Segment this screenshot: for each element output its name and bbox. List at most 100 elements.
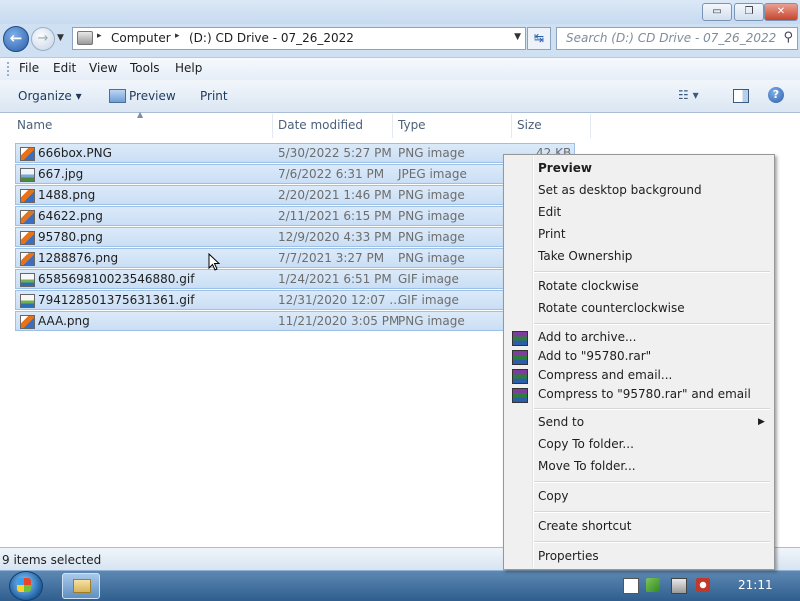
column-divider[interactable] bbox=[392, 114, 393, 138]
ctx-rotate-counterclockwise[interactable]: Rotate counterclockwise bbox=[538, 301, 685, 315]
file-name: 666box.PNG bbox=[38, 146, 112, 160]
change-view-button[interactable]: ☷ ▾ bbox=[678, 88, 699, 102]
search-placeholder: Search (D:) CD Drive - 07_26_2022 bbox=[566, 31, 777, 45]
tray-document-icon[interactable] bbox=[623, 578, 639, 594]
file-date: 12/9/2020 4:33 PM bbox=[278, 230, 392, 244]
menu-edit[interactable]: Edit bbox=[53, 61, 76, 75]
search-icon[interactable]: ⚲ bbox=[783, 30, 793, 45]
png-file-icon bbox=[20, 189, 35, 203]
column-divider[interactable] bbox=[272, 114, 273, 138]
file-row[interactable]: 667.jpg 7/6/2022 6:31 PM JPEG image bbox=[15, 164, 575, 184]
file-row[interactable]: 666box.PNG 5/30/2022 5:27 PM PNG image 4… bbox=[15, 143, 575, 163]
ctx-add-to-archive[interactable]: Add to archive... bbox=[538, 330, 636, 344]
clock[interactable]: 21:11 bbox=[738, 578, 773, 592]
ctx-move-to-folder[interactable]: Move To folder... bbox=[538, 459, 636, 473]
search-input[interactable]: Search (D:) CD Drive - 07_26_2022 ⚲ bbox=[556, 27, 798, 50]
preview-pane-icon[interactable] bbox=[733, 89, 749, 103]
ctx-rotate-clockwise[interactable]: Rotate clockwise bbox=[538, 279, 639, 293]
file-type: PNG image bbox=[398, 314, 465, 328]
address-dropdown-icon[interactable]: ▼ bbox=[514, 32, 521, 42]
menu-file[interactable]: File bbox=[19, 61, 39, 75]
breadcrumb-computer[interactable]: Computer bbox=[111, 31, 171, 45]
maximize-button[interactable]: ❐ bbox=[734, 3, 764, 21]
png-file-icon bbox=[20, 147, 35, 161]
ctx-preview[interactable]: Preview bbox=[538, 161, 592, 175]
column-divider[interactable] bbox=[590, 114, 591, 138]
file-row[interactable]: AAA.png 11/21/2020 3:05 PM PNG image bbox=[15, 311, 575, 331]
address-bar[interactable]: ▸ Computer ▸ (D:) CD Drive - 07_26_2022 … bbox=[72, 27, 526, 50]
refresh-button[interactable]: ↹ bbox=[527, 27, 551, 50]
preview-button[interactable]: Preview bbox=[129, 89, 176, 103]
tray-action-center-icon[interactable] bbox=[646, 578, 660, 592]
ctx-properties[interactable]: Properties bbox=[538, 549, 599, 563]
status-text: 9 items selected bbox=[2, 553, 102, 567]
drive-icon bbox=[77, 31, 93, 45]
breadcrumb-cd-drive[interactable]: (D:) CD Drive - 07_26_2022 bbox=[189, 31, 354, 45]
close-button[interactable]: ✕ bbox=[764, 3, 798, 21]
back-button[interactable]: ← bbox=[3, 26, 29, 52]
menu-view[interactable]: View bbox=[89, 61, 117, 75]
minimize-button[interactable]: ▭ bbox=[702, 3, 732, 21]
ctx-print[interactable]: Print bbox=[538, 227, 566, 241]
ctx-add-to-rar[interactable]: Add to "95780.rar" bbox=[538, 349, 651, 363]
column-header-type[interactable]: Type bbox=[398, 118, 426, 132]
column-header-date-modified[interactable]: Date modified bbox=[278, 118, 363, 132]
ctx-set-desktop-background[interactable]: Set as desktop background bbox=[538, 183, 702, 197]
png-file-icon bbox=[20, 252, 35, 266]
png-file-icon bbox=[20, 210, 35, 224]
file-type: GIF image bbox=[398, 272, 459, 286]
file-type: JPEG image bbox=[398, 167, 467, 181]
file-date: 11/21/2020 3:05 PM bbox=[278, 314, 400, 328]
column-header-name[interactable]: Name bbox=[17, 118, 52, 132]
breadcrumb-separator-icon[interactable]: ▸ bbox=[175, 31, 180, 41]
file-date: 2/11/2021 6:15 PM bbox=[278, 209, 392, 223]
title-bar[interactable]: ▭ ❐ ✕ bbox=[0, 0, 800, 24]
file-name: 1488.png bbox=[38, 188, 96, 202]
ctx-edit[interactable]: Edit bbox=[538, 205, 561, 219]
tray-network-icon[interactable] bbox=[671, 578, 687, 594]
ctx-compress-and-email[interactable]: Compress and email... bbox=[538, 368, 672, 382]
menu-tools[interactable]: Tools bbox=[130, 61, 160, 75]
file-type: GIF image bbox=[398, 293, 459, 307]
forward-button[interactable]: → bbox=[31, 27, 55, 51]
ctx-compress-to-rar-and-email[interactable]: Compress to "95780.rar" and email bbox=[538, 387, 751, 401]
file-row[interactable]: 64622.png 2/11/2021 6:15 PM PNG image bbox=[15, 206, 575, 226]
file-name: 95780.png bbox=[38, 230, 103, 244]
file-date: 1/24/2021 6:51 PM bbox=[278, 272, 392, 286]
print-button[interactable]: Print bbox=[200, 89, 228, 103]
file-name: 1288876.png bbox=[38, 251, 119, 265]
windows-logo-icon bbox=[17, 578, 31, 592]
file-name: 658569810023546880.gif bbox=[38, 272, 195, 286]
menu-help[interactable]: Help bbox=[175, 61, 202, 75]
ctx-create-shortcut[interactable]: Create shortcut bbox=[538, 519, 631, 533]
context-menu: Preview Set as desktop background Edit P… bbox=[503, 154, 775, 570]
ctx-copy[interactable]: Copy bbox=[538, 489, 568, 503]
help-icon[interactable]: ? bbox=[768, 87, 784, 103]
tray-volume-muted-icon[interactable] bbox=[696, 578, 710, 592]
column-header-size[interactable]: Size bbox=[517, 118, 542, 132]
file-row[interactable]: 1488.png 2/20/2021 1:46 PM PNG image bbox=[15, 185, 575, 205]
ctx-send-to[interactable]: Send to bbox=[538, 415, 584, 429]
file-type: PNG image bbox=[398, 188, 465, 202]
ctx-copy-to-folder[interactable]: Copy To folder... bbox=[538, 437, 634, 451]
file-row[interactable]: 794128501375631361.gif 12/31/2020 12:07 … bbox=[15, 290, 575, 310]
winrar-icon bbox=[512, 369, 528, 384]
file-row[interactable]: 1288876.png 7/7/2021 3:27 PM PNG image bbox=[15, 248, 575, 268]
file-name: 667.jpg bbox=[38, 167, 84, 181]
menu-separator bbox=[534, 408, 770, 410]
file-name: AAA.png bbox=[38, 314, 90, 328]
file-row[interactable]: 658569810023546880.gif 1/24/2021 6:51 PM… bbox=[15, 269, 575, 289]
organize-button[interactable]: Organize ▾ bbox=[18, 89, 82, 103]
breadcrumb-separator-icon[interactable]: ▸ bbox=[97, 31, 102, 41]
file-type: PNG image bbox=[398, 209, 465, 223]
winrar-icon bbox=[512, 350, 528, 365]
file-date: 7/7/2021 3:27 PM bbox=[278, 251, 385, 265]
submenu-arrow-icon: ▶ bbox=[758, 417, 765, 427]
column-divider[interactable] bbox=[511, 114, 512, 138]
ctx-take-ownership[interactable]: Take Ownership bbox=[538, 249, 632, 263]
file-row[interactable]: 95780.png 12/9/2020 4:33 PM PNG image bbox=[15, 227, 575, 247]
recent-pages-dropdown-icon[interactable]: ▼ bbox=[57, 33, 64, 43]
file-type: PNG image bbox=[398, 146, 465, 160]
file-date: 5/30/2022 5:27 PM bbox=[278, 146, 392, 160]
menu-separator bbox=[534, 271, 770, 273]
